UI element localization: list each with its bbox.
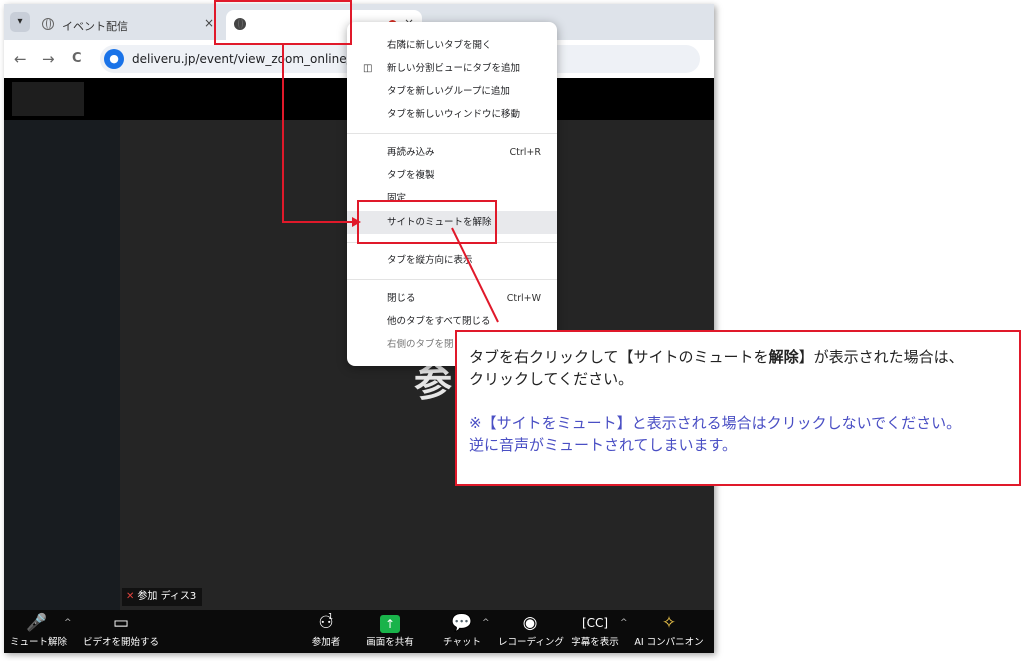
participant-name: 参加 ディス3: [137, 591, 197, 602]
menu-item-close[interactable]: 閉じる Ctrl+W: [347, 287, 557, 310]
record-icon: ◉: [522, 613, 538, 633]
participant-name-tag: ✕ 参加 ディス3: [122, 588, 203, 606]
tab-close-button[interactable]: ×: [204, 16, 214, 30]
unmute-button[interactable]: 🎤 ミュート解除: [10, 612, 68, 648]
share-arrow-icon: ↑: [380, 615, 400, 633]
instruction-note: ※【サイトをミュート】と表示される場合はクリックしないでください。 逆に音声がミ…: [469, 414, 962, 454]
people-icon: ⚇: [318, 613, 334, 633]
sparkle-icon: ✧: [661, 613, 677, 633]
menu-item-split-view[interactable]: ◫ 新しい分割ビューにタブを追加: [347, 57, 557, 80]
mic-muted-icon: 🎤: [26, 613, 48, 633]
left-video-panel: [4, 120, 120, 610]
microphone-icon[interactable]: ●: [104, 49, 124, 69]
tab-context-menu: 右隣に新しいタブを開く ◫ 新しい分割ビューにタブを追加 タブを新しいグループに追…: [347, 22, 557, 366]
highlight-active-tab: [214, 0, 352, 45]
captions-label: 字幕を表示: [571, 637, 619, 648]
menu-item-add-group[interactable]: タブを新しいグループに追加: [347, 80, 557, 103]
unmute-label: ミュート解除: [10, 637, 68, 648]
menu-divider: [347, 133, 557, 134]
menu-item-duplicate[interactable]: タブを複製: [347, 164, 557, 187]
tab-event[interactable]: イベント配信 ×: [34, 10, 222, 40]
chevron-up-icon[interactable]: ^: [482, 618, 490, 628]
chevron-up-icon[interactable]: ^: [64, 618, 72, 628]
participants-count: 1: [328, 612, 334, 621]
reload-button[interactable]: C: [72, 51, 82, 66]
mic-muted-icon: ✕: [126, 591, 135, 602]
participants-button[interactable]: ⚇ 1 参加者: [306, 612, 346, 648]
chat-label: チャット: [443, 637, 481, 648]
screenshot-frame: ▾ イベント配信 × × ← → C ● deliveru.jp/event/v…: [4, 4, 714, 653]
back-button[interactable]: ←: [14, 50, 27, 68]
highlight-unmute-item: [357, 200, 497, 244]
ai-companion-label: AI コンパニオン: [634, 637, 704, 648]
chat-button[interactable]: 💬 チャット: [440, 612, 484, 648]
record-button[interactable]: ◉ レコーディング: [498, 612, 564, 648]
menu-divider: [347, 279, 557, 280]
forward-button[interactable]: →: [42, 50, 55, 68]
chevron-down-icon[interactable]: ▾: [10, 12, 30, 32]
share-screen-button[interactable]: ↑ 画面を共有: [364, 612, 416, 648]
captions-button[interactable]: [CC] 字幕を表示: [568, 612, 622, 648]
share-label: 画面を共有: [366, 637, 414, 648]
menu-item-move-window[interactable]: タブを新しいウィンドウに移動: [347, 103, 557, 126]
split-view-icon: ◫: [363, 63, 373, 74]
menu-item-new-tab-right[interactable]: 右隣に新しいタブを開く: [347, 34, 557, 57]
chevron-up-icon[interactable]: ^: [620, 618, 628, 628]
video-thumbnail[interactable]: [12, 82, 84, 116]
menu-item-reload[interactable]: 再読み込み Ctrl+R: [347, 141, 557, 164]
menu-item-vertical-tabs[interactable]: タブを縦方向に表示: [347, 249, 557, 272]
ai-companion-button[interactable]: ✧ AI コンパニオン: [634, 612, 704, 648]
chat-bubble-icon: 💬: [451, 613, 473, 633]
url-text[interactable]: deliveru.jp/event/view_zoom_online/: [132, 52, 351, 66]
globe-icon: [42, 18, 54, 30]
record-label: レコーディング: [498, 637, 564, 648]
start-video-button[interactable]: ▭ ビデオを開始する: [80, 612, 162, 648]
instruction-callout: タブを右クリックして【サイトのミュートを解除】が表示された場合は、 クリックして…: [455, 330, 1021, 486]
cc-icon: [CC]: [581, 616, 609, 630]
participants-label: 参加者: [311, 637, 341, 648]
instruction-main: タブを右クリックして【サイトのミュートを解除】が表示された場合は、 クリックして…: [469, 348, 964, 388]
zoom-control-bar: 🎤 ミュート解除 ^ ▭ ビデオを開始する ⚇ 1 参加者 ↑ 画面を共有 💬 …: [4, 610, 714, 653]
tab-title: イベント配信: [62, 20, 128, 33]
video-off-icon: ▭: [112, 613, 130, 633]
start-video-label: ビデオを開始する: [82, 637, 159, 648]
